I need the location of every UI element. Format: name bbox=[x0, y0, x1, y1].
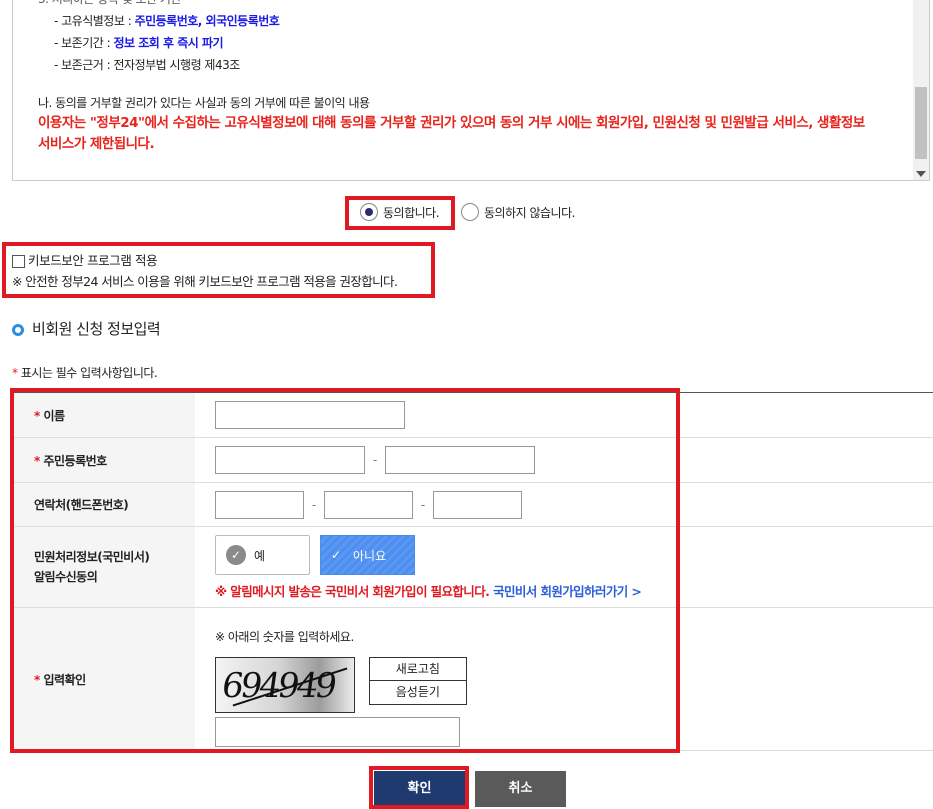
disagree-radio-icon[interactable] bbox=[461, 203, 479, 221]
disagree-radio-option[interactable]: 동의하지 않습니다. bbox=[461, 203, 575, 221]
scroll-down-arrow-icon[interactable] bbox=[916, 171, 926, 177]
highlight-agree-box bbox=[345, 196, 455, 230]
consent-partial-heading: 3. 처리하는 항목 및 보관 기간 bbox=[38, 0, 865, 10]
consent-item-basis: - 보존근거 : 전자정부법 시행령 제43조 bbox=[54, 58, 240, 72]
basis-value: 전자정부법 시행령 제43조 bbox=[113, 58, 240, 72]
disagree-label: 동의하지 않습니다. bbox=[484, 205, 575, 220]
consent-refusal-heading: 나. 동의를 거부할 권리가 있다는 사실과 동의 거부에 따른 불이익 내용 bbox=[38, 96, 370, 110]
cancel-button[interactable]: 취소 bbox=[475, 771, 566, 807]
scrollbar-thumb[interactable] bbox=[915, 87, 927, 159]
consent-textbox[interactable]: 3. 처리하는 항목 및 보관 기간 - 고유식별정보 : 주민등록번호, 외국… bbox=[12, 0, 930, 181]
section-title: 비회원 신청 정보입력 bbox=[12, 318, 161, 339]
retention-value: 정보 조회 후 즉시 파기 bbox=[113, 36, 224, 50]
consent-content: 3. 처리하는 항목 및 보관 기간 - 고유식별정보 : 주민등록번호, 외국… bbox=[38, 0, 865, 155]
id-info-value: 주민등록번호, 외국인등록번호 bbox=[134, 14, 280, 28]
consent-item-id-info: - 고유식별정보 : 주민등록번호, 외국인등록번호 bbox=[54, 14, 280, 28]
consent-scrollbar[interactable] bbox=[913, 0, 929, 180]
highlight-confirm-box bbox=[369, 766, 469, 809]
required-note: * 표시는 필수 입력사항입니다. bbox=[12, 366, 158, 380]
highlight-form-box bbox=[10, 388, 680, 753]
consent-refusal-warning-1: 이용자는 "정부24"에서 수집하는 고유식별정보에 대해 동의를 거부할 권리… bbox=[38, 115, 865, 131]
consent-refusal-warning-2: 서비스가 제한됩니다. bbox=[38, 136, 155, 152]
highlight-keyboard-box bbox=[2, 242, 435, 298]
consent-item-retention: - 보존기간 : 정보 조회 후 즉시 파기 bbox=[54, 36, 224, 50]
section-bullet-icon bbox=[12, 323, 24, 336]
